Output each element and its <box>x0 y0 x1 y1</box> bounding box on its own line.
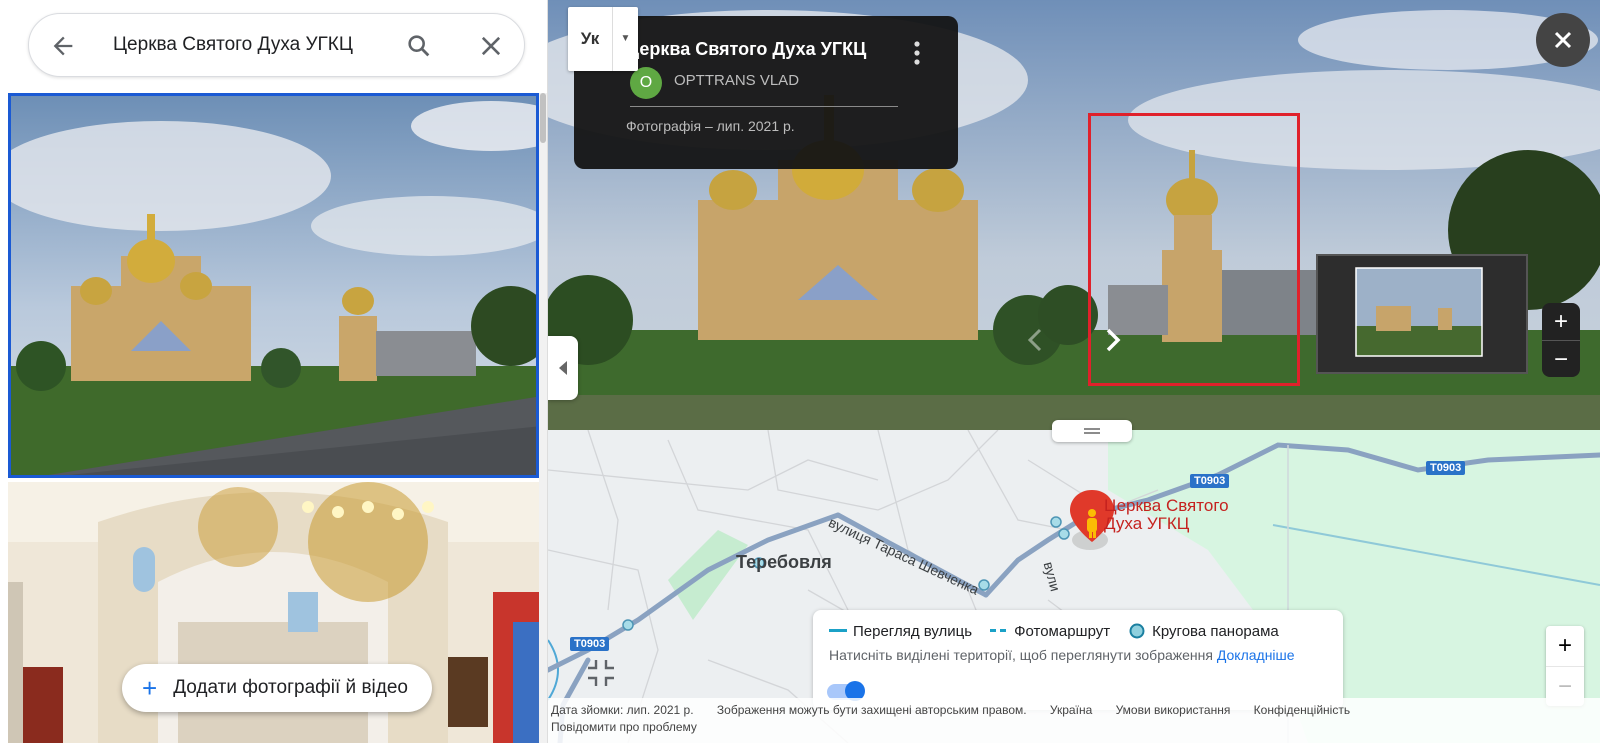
capture-date: Дата зйомки: лип. 2021 р. <box>551 703 694 717</box>
road-shield: T0903 <box>570 637 610 651</box>
country-link[interactable]: Україна <box>1050 703 1092 717</box>
learn-more-link[interactable]: Докладніше <box>1217 647 1295 663</box>
resize-handle[interactable] <box>1052 420 1132 442</box>
close-viewer-button[interactable] <box>1536 13 1590 67</box>
photo-thumbnail-exterior[interactable] <box>8 93 539 478</box>
legend-hint: Натисніть виділені території, щоб перегл… <box>829 647 1213 663</box>
back-arrow-icon[interactable] <box>49 32 77 60</box>
road-shield: T0903 <box>1426 461 1466 475</box>
legend-photo-route: Фотомаршрут <box>1014 622 1111 640</box>
road-shield: T0903 <box>1190 474 1230 488</box>
search-input[interactable]: Церква Святого Духа УГКЦ <box>113 34 353 56</box>
legend-panorama: Кругова панорама <box>1152 622 1279 640</box>
search-bar: Церква Святого Духа УГКЦ <box>28 13 525 77</box>
author-avatar[interactable]: O <box>630 67 662 99</box>
plus-icon: + <box>142 673 158 703</box>
more-options-icon[interactable] <box>907 38 927 68</box>
photo-viewer[interactable]: Церква Святого Духа УГКЦ O OPTTRANS VLAD… <box>548 0 1600 430</box>
photo-title[interactable]: Церква Святого Духа УГКЦ <box>626 39 866 60</box>
place-label-line1[interactable]: Церква Святого <box>1104 496 1229 516</box>
author-name[interactable]: OPTTRANS VLAD <box>674 72 799 89</box>
photo-route-line-icon <box>990 629 1007 632</box>
app-window: Церква Святого Духа УГКЦ + Додати фотогр… <box>0 0 1600 743</box>
zoom-in-icon[interactable]: + <box>1546 626 1584 666</box>
privacy-link[interactable]: Конфіденційність <box>1254 703 1350 717</box>
drag-handle-icon <box>1084 428 1100 434</box>
map-zoom-controls: + − <box>1546 626 1584 706</box>
photo-zoom-controls: + − <box>1542 303 1580 377</box>
add-photos-label: Додати фотографії й відео <box>173 677 408 698</box>
previous-photo-icon[interactable] <box>1016 318 1056 362</box>
coverage-legend: Перегляд вулиць Фотомаршрут Кругова пано… <box>813 610 1343 710</box>
church-exterior-image <box>11 96 536 475</box>
minimize-map-icon[interactable] <box>584 656 618 690</box>
terms-link[interactable]: Умови використання <box>1116 703 1231 717</box>
zoom-in-icon[interactable]: + <box>1542 303 1580 340</box>
collapse-panel-button[interactable] <box>548 336 578 400</box>
search-icon[interactable] <box>405 32 433 60</box>
map-view[interactable]: Церква Святого Духа УГКЦ Теребовля вулиц… <box>548 430 1600 743</box>
highlight-box <box>1088 113 1300 386</box>
panorama-dot-icon <box>1129 623 1145 639</box>
left-panel-scrollbar[interactable] <box>539 93 547 743</box>
place-label-line2[interactable]: Духа УГКЦ <box>1104 514 1189 534</box>
language-toggle-button[interactable]: Ук ▼ <box>568 7 638 71</box>
photo-overview-minimap[interactable] <box>1316 254 1528 374</box>
close-icon <box>1554 31 1572 49</box>
photo-date: Фотографія – лип. 2021 р. <box>626 118 795 134</box>
copyright-notice: Зображення можуть бути захищені авторськ… <box>716 703 1027 717</box>
close-icon[interactable] <box>477 32 505 60</box>
legend-street-view: Перегляд вулиць <box>853 622 973 640</box>
report-problem-link[interactable]: Повідомити про проблему <box>551 720 1597 734</box>
dropdown-arrow-icon[interactable]: ▼ <box>612 7 638 71</box>
street-view-line-icon <box>829 629 847 632</box>
zoom-out-icon[interactable]: − <box>1542 340 1580 377</box>
map-footer: Дата зйомки: лип. 2021 р. Зображення мож… <box>548 698 1600 743</box>
chevron-left-icon <box>559 361 567 375</box>
divider <box>630 106 898 107</box>
minimap-image <box>1318 256 1526 372</box>
add-photos-button[interactable]: + Додати фотографії й відео <box>122 664 432 712</box>
town-label: Теребовля <box>736 552 832 572</box>
left-panel: Церква Святого Духа УГКЦ + Додати фотогр… <box>0 0 548 743</box>
language-label: Ук <box>580 29 600 48</box>
